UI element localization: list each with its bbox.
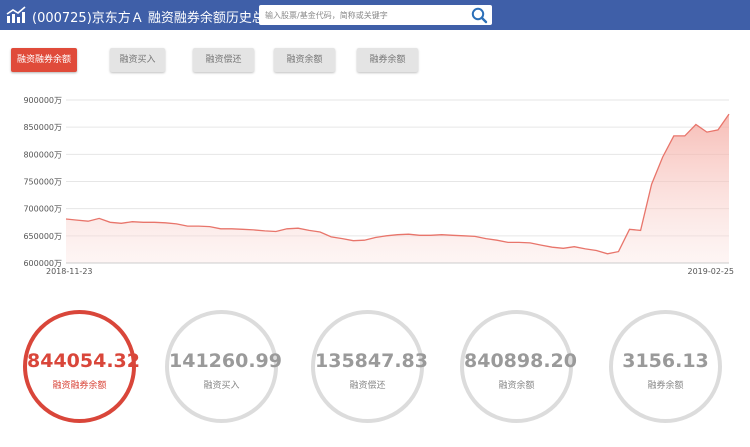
y-tick-label: 800000万 [23, 150, 62, 159]
search-icon [471, 7, 488, 24]
x-tick-label-end: 2019-02-25 [688, 267, 735, 276]
summary-card-short-balance[interactable]: 3156.13 融券余额 [609, 310, 722, 423]
tab-margin-buy[interactable]: 融资买入 [110, 48, 165, 72]
search-button[interactable] [467, 5, 492, 25]
chart-logo-icon [6, 6, 26, 23]
summary-card-margin-balance[interactable]: 840898.20 融资余额 [460, 310, 577, 423]
search-input[interactable] [265, 7, 461, 23]
y-tick-label: 750000万 [23, 178, 62, 187]
y-tick-label: 700000万 [23, 205, 62, 214]
margin-balance-chart: 900000万 850000万 800000万 750000万 700000万 65000… [23, 96, 735, 276]
tab-margin-repay[interactable]: 融资偿还 [193, 48, 254, 72]
y-tick-label: 650000万 [23, 232, 62, 241]
summary-value: 141260.99 [169, 350, 282, 372]
tab-margin-balance[interactable]: 融资余额 [274, 48, 335, 72]
page-title: (000725)京东方Ａ 融资融券余额历史总览 [32, 11, 278, 26]
summary-label: 融资融券余额 [52, 381, 107, 391]
summary-card-margin-repay[interactable]: 135847.83 融资偿还 [311, 310, 428, 423]
search-box [259, 5, 492, 25]
tab-margin-total[interactable]: 融资融券余额 [11, 48, 77, 72]
x-tick-label-start: 2018-11-23 [46, 267, 93, 276]
summary-label: 融资偿还 [349, 381, 386, 391]
summary-card-margin-buy[interactable]: 141260.99 融资买入 [165, 310, 282, 423]
y-tick-label: 850000万 [23, 123, 62, 132]
summary-card-margin-total[interactable]: 844054.32 融资融券余额 [23, 310, 140, 423]
summary-label: 融资买入 [203, 381, 240, 391]
summary-value: 840898.20 [464, 350, 577, 372]
summary-label: 融券余额 [647, 381, 684, 391]
tab-short-balance[interactable]: 融券余额 [357, 48, 418, 72]
summary-value: 844054.32 [27, 350, 140, 372]
header-bar: (000725)京东方Ａ 融资融券余额历史总览 [0, 0, 750, 30]
summary-label: 融资余额 [498, 381, 535, 391]
summary-value: 135847.83 [315, 350, 428, 372]
y-tick-label: 900000万 [23, 96, 62, 105]
series-area [66, 114, 729, 263]
summary-value: 3156.13 [622, 350, 709, 372]
